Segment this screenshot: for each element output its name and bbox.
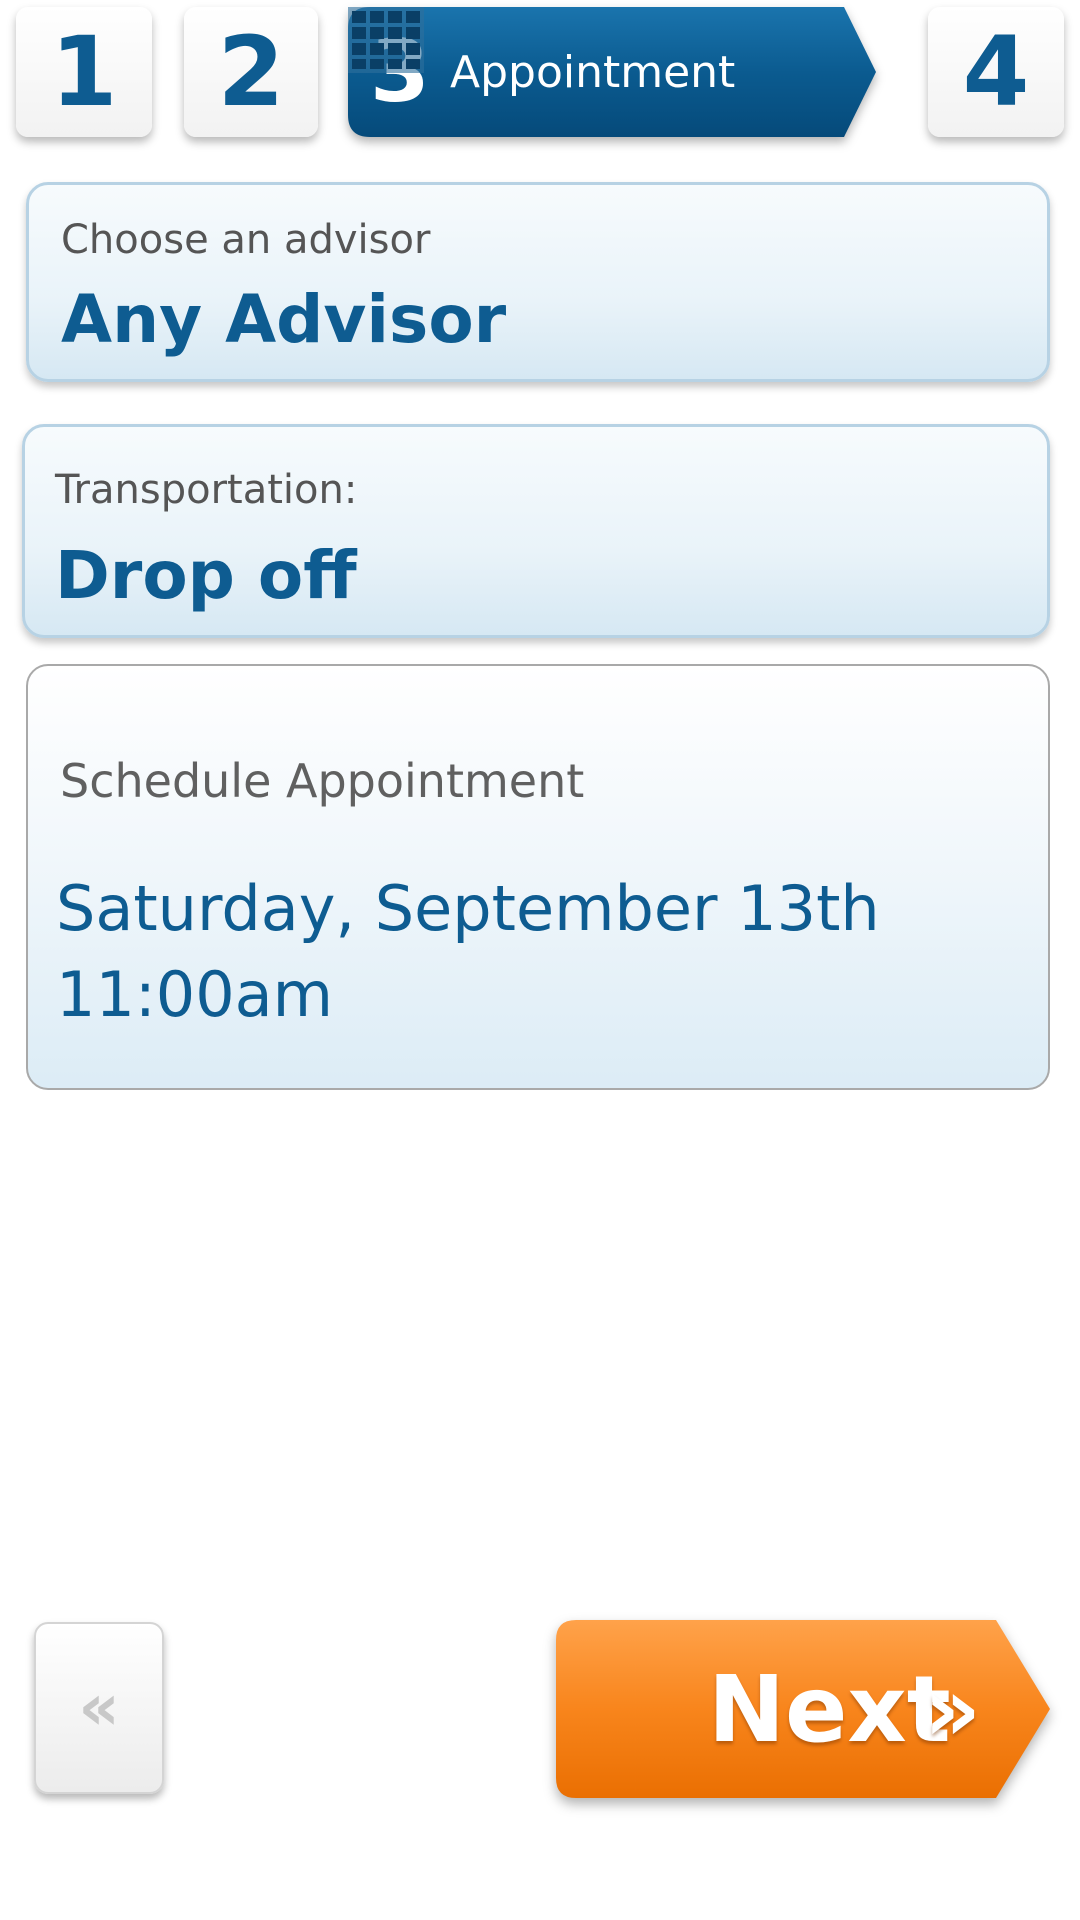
step-2-button[interactable]: 2 <box>184 7 318 137</box>
next-button[interactable]: Next » <box>556 1620 1050 1798</box>
back-button[interactable]: « <box>34 1622 164 1794</box>
step-4-number: 4 <box>962 16 1030 128</box>
next-label: Next <box>708 1655 951 1763</box>
advisor-value: Any Advisor <box>61 281 507 358</box>
transportation-selector[interactable]: Transportation: Drop off <box>22 424 1050 638</box>
schedule-label: Schedule Appointment <box>60 754 585 808</box>
double-chevron-left-icon: « <box>78 1671 120 1745</box>
transportation-value: Drop off <box>55 537 357 614</box>
advisor-selector[interactable]: Choose an advisor Any Advisor <box>26 182 1050 382</box>
step-3-active-tab[interactable]: 3 Appointment <box>348 7 876 137</box>
step-2-number: 2 <box>217 16 285 128</box>
schedule-appointment-selector[interactable]: Schedule Appointment Saturday, September… <box>26 664 1050 1090</box>
double-chevron-right-icon: » <box>924 1657 981 1761</box>
step-3-label: Appointment <box>450 46 736 98</box>
step-4-button[interactable]: 4 <box>928 7 1064 137</box>
step-1-button[interactable]: 1 <box>16 7 152 137</box>
appointment-page: 1 2 3 Appointment <box>0 0 1080 1920</box>
schedule-time: 11:00am <box>56 958 334 1031</box>
schedule-date: Saturday, September 13th <box>56 872 880 945</box>
step-1-number: 1 <box>50 16 118 128</box>
advisor-label: Choose an advisor <box>61 217 431 263</box>
transportation-label: Transportation: <box>55 467 358 513</box>
calendar-icon <box>348 7 424 73</box>
